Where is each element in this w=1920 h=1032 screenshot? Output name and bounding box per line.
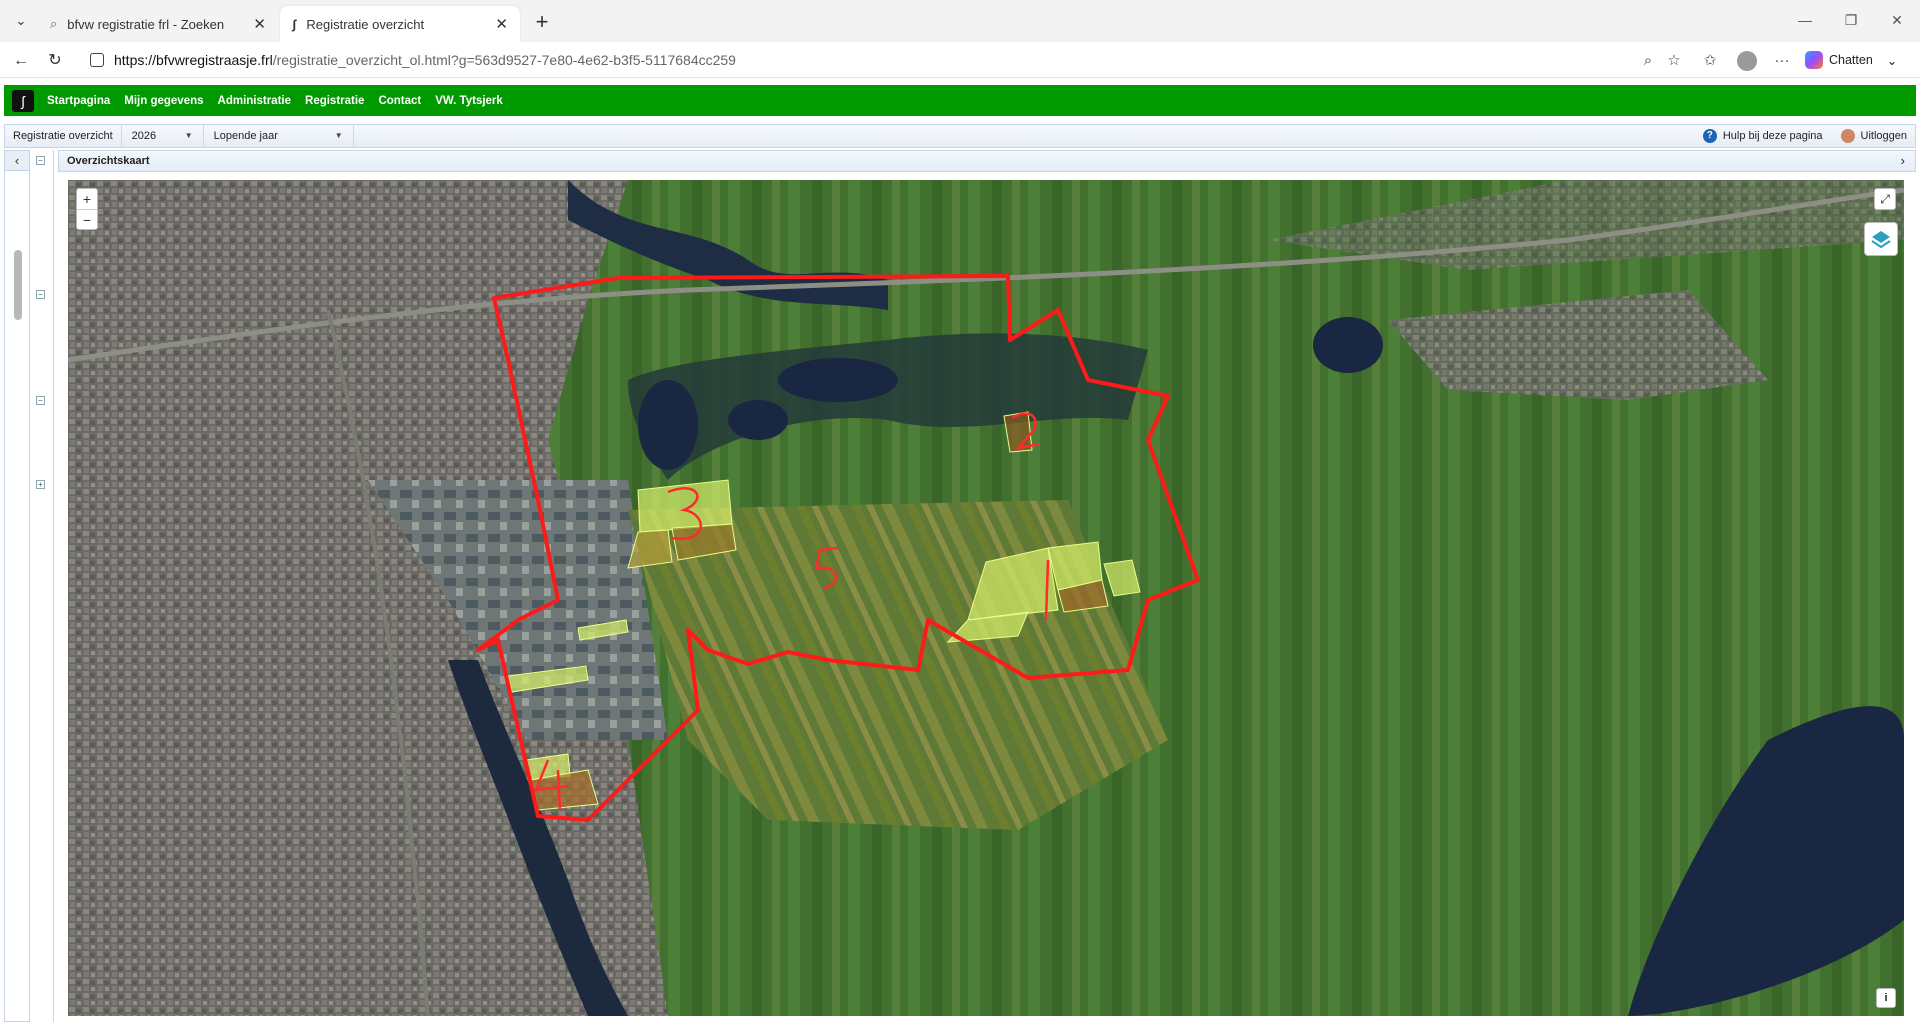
browser-address-bar: ← ↻ https://bfvwregistraasje.frl/registr…	[0, 42, 1920, 78]
tab-list-chevron-icon[interactable]: ⌄	[8, 10, 34, 32]
user-logout-icon	[1840, 129, 1855, 143]
favorite-star-icon[interactable]: ☆	[1662, 48, 1686, 74]
window-close-icon[interactable]: ✕	[1874, 8, 1920, 32]
page-toolbar: Registratie overzicht 2026 ▼ Lopende jaa…	[4, 124, 1916, 148]
zoom-in-button[interactable]: +	[77, 189, 97, 209]
lake-3	[778, 358, 898, 402]
app-main-menu: ʃ Startpagina Mijn gegevens Administrati…	[4, 85, 1916, 116]
collapse-left-panel-icon[interactable]: ‹	[5, 151, 29, 171]
period-value: Lopende jaar	[213, 130, 278, 142]
logout-label: Uitloggen	[1860, 130, 1907, 142]
help-label: Hulp bij deze pagina	[1722, 130, 1823, 142]
menu-administratie[interactable]: Administratie	[218, 95, 292, 107]
dropdown-caret-icon: ▼	[184, 131, 193, 140]
chevron-down-icon: ⌄	[1886, 53, 1898, 68]
url-path: /registratie_overzicht_ol.html?g=563d952…	[272, 52, 736, 68]
page-title: Registratie overzicht	[5, 125, 122, 147]
url-field[interactable]: https://bfvwregistraasje.frl/registratie…	[78, 46, 1638, 74]
more-options-icon[interactable]: ···	[1770, 48, 1794, 74]
profile-avatar[interactable]	[1734, 48, 1760, 74]
map-panel-header: Overzichtskaart ›	[58, 150, 1916, 172]
logout-button[interactable]: Uitloggen	[1840, 129, 1907, 143]
help-question-icon: ?	[1702, 129, 1717, 143]
map-panel-title: Overzichtskaart	[67, 155, 150, 167]
map-info-button[interactable]: i	[1876, 988, 1896, 1008]
overview-map[interactable]: + − ⤢ i	[68, 180, 1904, 1016]
scrollbar-thumb[interactable]	[14, 250, 22, 320]
url-text: https://bfvwregistraasje.frl/registratie…	[114, 52, 736, 68]
copilot-icon	[1805, 51, 1823, 69]
browser-tab-bar: ⌄ ⌕ bfvw registratie frl - Zoeken ✕ ʃ Re…	[0, 0, 1920, 42]
period-select[interactable]: Lopende jaar ▼	[204, 125, 354, 147]
new-tab-plus-icon[interactable]: +	[528, 8, 556, 36]
menu-contact[interactable]: Contact	[378, 95, 421, 107]
lake-2	[728, 400, 788, 440]
copilot-chat-button[interactable]: Chatten ⌄	[1805, 47, 1897, 73]
tree-panel: − − − +	[32, 150, 54, 1022]
fullscreen-expand-icon[interactable]: ⤢	[1874, 188, 1896, 210]
search-icon: ⌕	[50, 16, 58, 31]
zoom-out-button[interactable]: −	[77, 209, 97, 229]
minimize-icon[interactable]: —	[1782, 8, 1828, 32]
zoom-magnifier-icon[interactable]: ⌕	[1636, 48, 1660, 74]
year-value: 2026	[131, 130, 157, 142]
left-scrollbar[interactable]	[12, 236, 24, 1016]
close-icon[interactable]: ✕	[253, 15, 266, 33]
site-info-lock-icon[interactable]	[90, 53, 104, 67]
menu-vw-tytsjerk[interactable]: VW. Tytsjerk	[435, 95, 503, 107]
restore-icon[interactable]: ❐	[1828, 8, 1874, 32]
tree-toggle-icon[interactable]: −	[36, 396, 45, 405]
menu-registratie[interactable]: Registratie	[305, 95, 364, 107]
tree-toggle-icon[interactable]: +	[36, 480, 45, 489]
reload-icon[interactable]: ↻	[42, 48, 68, 74]
url-host: https://bfvwregistraasje.frl	[114, 52, 273, 68]
favorites-list-icon[interactable]: ✩	[1698, 48, 1722, 74]
back-arrow-icon[interactable]: ←	[8, 48, 34, 74]
lake-1	[638, 380, 698, 470]
year-select[interactable]: 2026 ▼	[122, 125, 204, 147]
satellite-map-canvas[interactable]	[68, 180, 1904, 1016]
menu-startpagina[interactable]: Startpagina	[47, 95, 110, 107]
tree-toggle-icon[interactable]: −	[36, 290, 45, 299]
menu-mijn-gegevens[interactable]: Mijn gegevens	[124, 95, 203, 107]
layers-icon	[1871, 231, 1891, 249]
app-logo-icon[interactable]: ʃ	[12, 89, 34, 112]
close-icon[interactable]: ✕	[495, 15, 508, 33]
zoom-control: + −	[76, 188, 98, 230]
help-button[interactable]: ? Hulp bij deze pagina	[1702, 129, 1823, 143]
layers-button[interactable]	[1864, 222, 1898, 256]
site-favicon-icon: ʃ	[292, 16, 297, 32]
expand-panel-chevron-icon[interactable]: ›	[1901, 151, 1905, 171]
lake-4	[1313, 317, 1383, 373]
tab-title: bfvw registratie frl - Zoeken	[67, 16, 225, 32]
chat-label: Chatten	[1829, 53, 1873, 67]
tab-title: Registratie overzicht	[306, 16, 425, 32]
tab-search[interactable]: ⌕ bfvw registratie frl - Zoeken ✕	[38, 6, 278, 42]
dropdown-caret-icon: ▼	[334, 131, 343, 140]
tree-toggle-icon[interactable]: −	[36, 156, 45, 165]
tab-registratie[interactable]: ʃ Registratie overzicht ✕	[280, 6, 520, 42]
